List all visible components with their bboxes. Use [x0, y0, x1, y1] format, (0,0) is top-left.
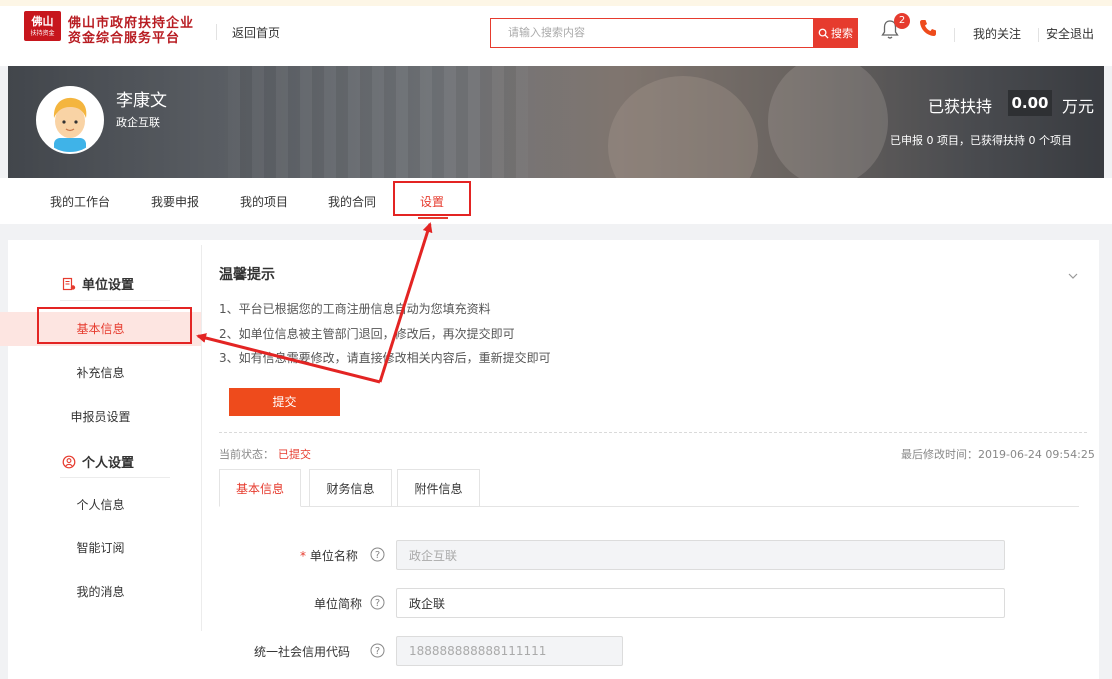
my-follow-link[interactable]: 我的关注 [973, 25, 1021, 42]
header-divider [1038, 28, 1039, 42]
nav-my-contracts[interactable]: 我的合同 [328, 193, 376, 210]
user-name: 李康文 [116, 91, 167, 111]
status-value: 已提交 [278, 448, 311, 461]
nav-apply[interactable]: 我要申报 [151, 193, 199, 210]
header-divider [954, 28, 955, 42]
avatar[interactable] [36, 86, 104, 154]
back-home-link[interactable]: 返回首页 [232, 24, 280, 41]
sidebar-item-personal-info[interactable]: 个人信息 [0, 496, 201, 513]
notification-badge: 2 [894, 13, 910, 29]
svg-text:?: ? [375, 550, 380, 561]
unit-name-input[interactable] [396, 540, 1005, 570]
building-icon [62, 277, 76, 290]
sidebar-item-smart-subscription[interactable]: 智能订阅 [0, 539, 201, 556]
phone-icon[interactable] [918, 18, 938, 38]
status-label: 当前状态： [219, 448, 274, 461]
svg-text:?: ? [375, 598, 380, 609]
sidebar-group-label: 个人设置 [82, 456, 135, 471]
logo[interactable]: 佛山 扶持资金 [24, 11, 61, 41]
annotation-box-settings [393, 181, 471, 216]
field-label-unit-name: * 单位名称 [300, 547, 358, 564]
profile-banner [8, 66, 1104, 178]
nav-active-indicator [418, 217, 448, 219]
field-label-short-name: 单位简称 [314, 597, 363, 611]
tab-attachments[interactable]: 附件信息 [397, 469, 480, 507]
submit-button[interactable]: 提交 [229, 388, 340, 416]
tab-financial-info[interactable]: 财务信息 [309, 469, 392, 507]
support-label: 已获扶持 [928, 97, 993, 116]
logo-text: 佛山 [31, 15, 54, 28]
field-label-credit-code: 统一社会信用代码 [254, 645, 351, 659]
user-circle-icon [62, 455, 76, 468]
credit-code-input[interactable] [396, 636, 623, 666]
sidebar-group-personal: 个人设置 [62, 452, 134, 471]
help-icon[interactable]: ? [370, 643, 385, 658]
avatar-illustration [38, 88, 102, 152]
help-icon[interactable]: ? [370, 595, 385, 610]
search-button-label: 搜索 [831, 27, 853, 40]
annotation-box-basic-info [37, 307, 192, 344]
short-name-input[interactable] [396, 588, 1005, 618]
user-org: 政企互联 [116, 116, 160, 129]
dashed-divider [219, 432, 1087, 433]
tip-line: 3、如有信息需要修改，请直接修改相关内容后，重新提交即可 [219, 351, 551, 365]
sidebar-group-unit: 单位设置 [62, 274, 134, 293]
site-title-line2: 资金综合服务平台 [68, 31, 181, 46]
svg-text:?: ? [375, 646, 380, 657]
search-icon [818, 28, 829, 39]
logout-link[interactable]: 安全退出 [1046, 25, 1094, 42]
search-button[interactable]: 搜索 [813, 18, 858, 48]
sidebar-item-supplementary-info[interactable]: 补充信息 [0, 364, 201, 381]
chevron-down-icon[interactable] [1067, 270, 1079, 282]
tip-line: 2、如单位信息被主管部门退回，修改后，再次提交即可 [219, 327, 515, 341]
last-modified-time: 最后修改时间：2019-06-24 09:54:25 [901, 448, 1095, 461]
sidebar-divider [201, 245, 202, 631]
sidebar-group-label: 单位设置 [82, 278, 135, 293]
logo-subtext: 扶持资金 [30, 30, 55, 37]
sidebar-group-divider [60, 300, 170, 301]
field-label-text: 单位名称 [309, 549, 358, 563]
sidebar-item-declarant-settings[interactable]: 申报员设置 [0, 408, 201, 425]
required-mark: * [300, 549, 306, 563]
support-amount: 0.00 [1008, 90, 1052, 116]
project-summary: 已申报 0 项目，已获得扶持 0 个项目 [890, 134, 1072, 147]
support-unit: 万元 [1062, 97, 1095, 116]
nav-my-projects[interactable]: 我的项目 [240, 193, 288, 210]
tip-line: 1、平台已根据您的工商注册信息自动为您填充资料 [219, 302, 491, 316]
tab-basic-info[interactable]: 基本信息 [219, 469, 301, 507]
tips-title: 温馨提示 [219, 267, 275, 283]
sidebar-item-my-messages[interactable]: 我的消息 [0, 583, 201, 600]
header-divider [216, 24, 217, 40]
nav-workbench[interactable]: 我的工作台 [50, 193, 110, 210]
sidebar-group-divider [60, 477, 170, 478]
search-input[interactable] [490, 18, 813, 48]
help-icon[interactable]: ? [370, 547, 385, 562]
